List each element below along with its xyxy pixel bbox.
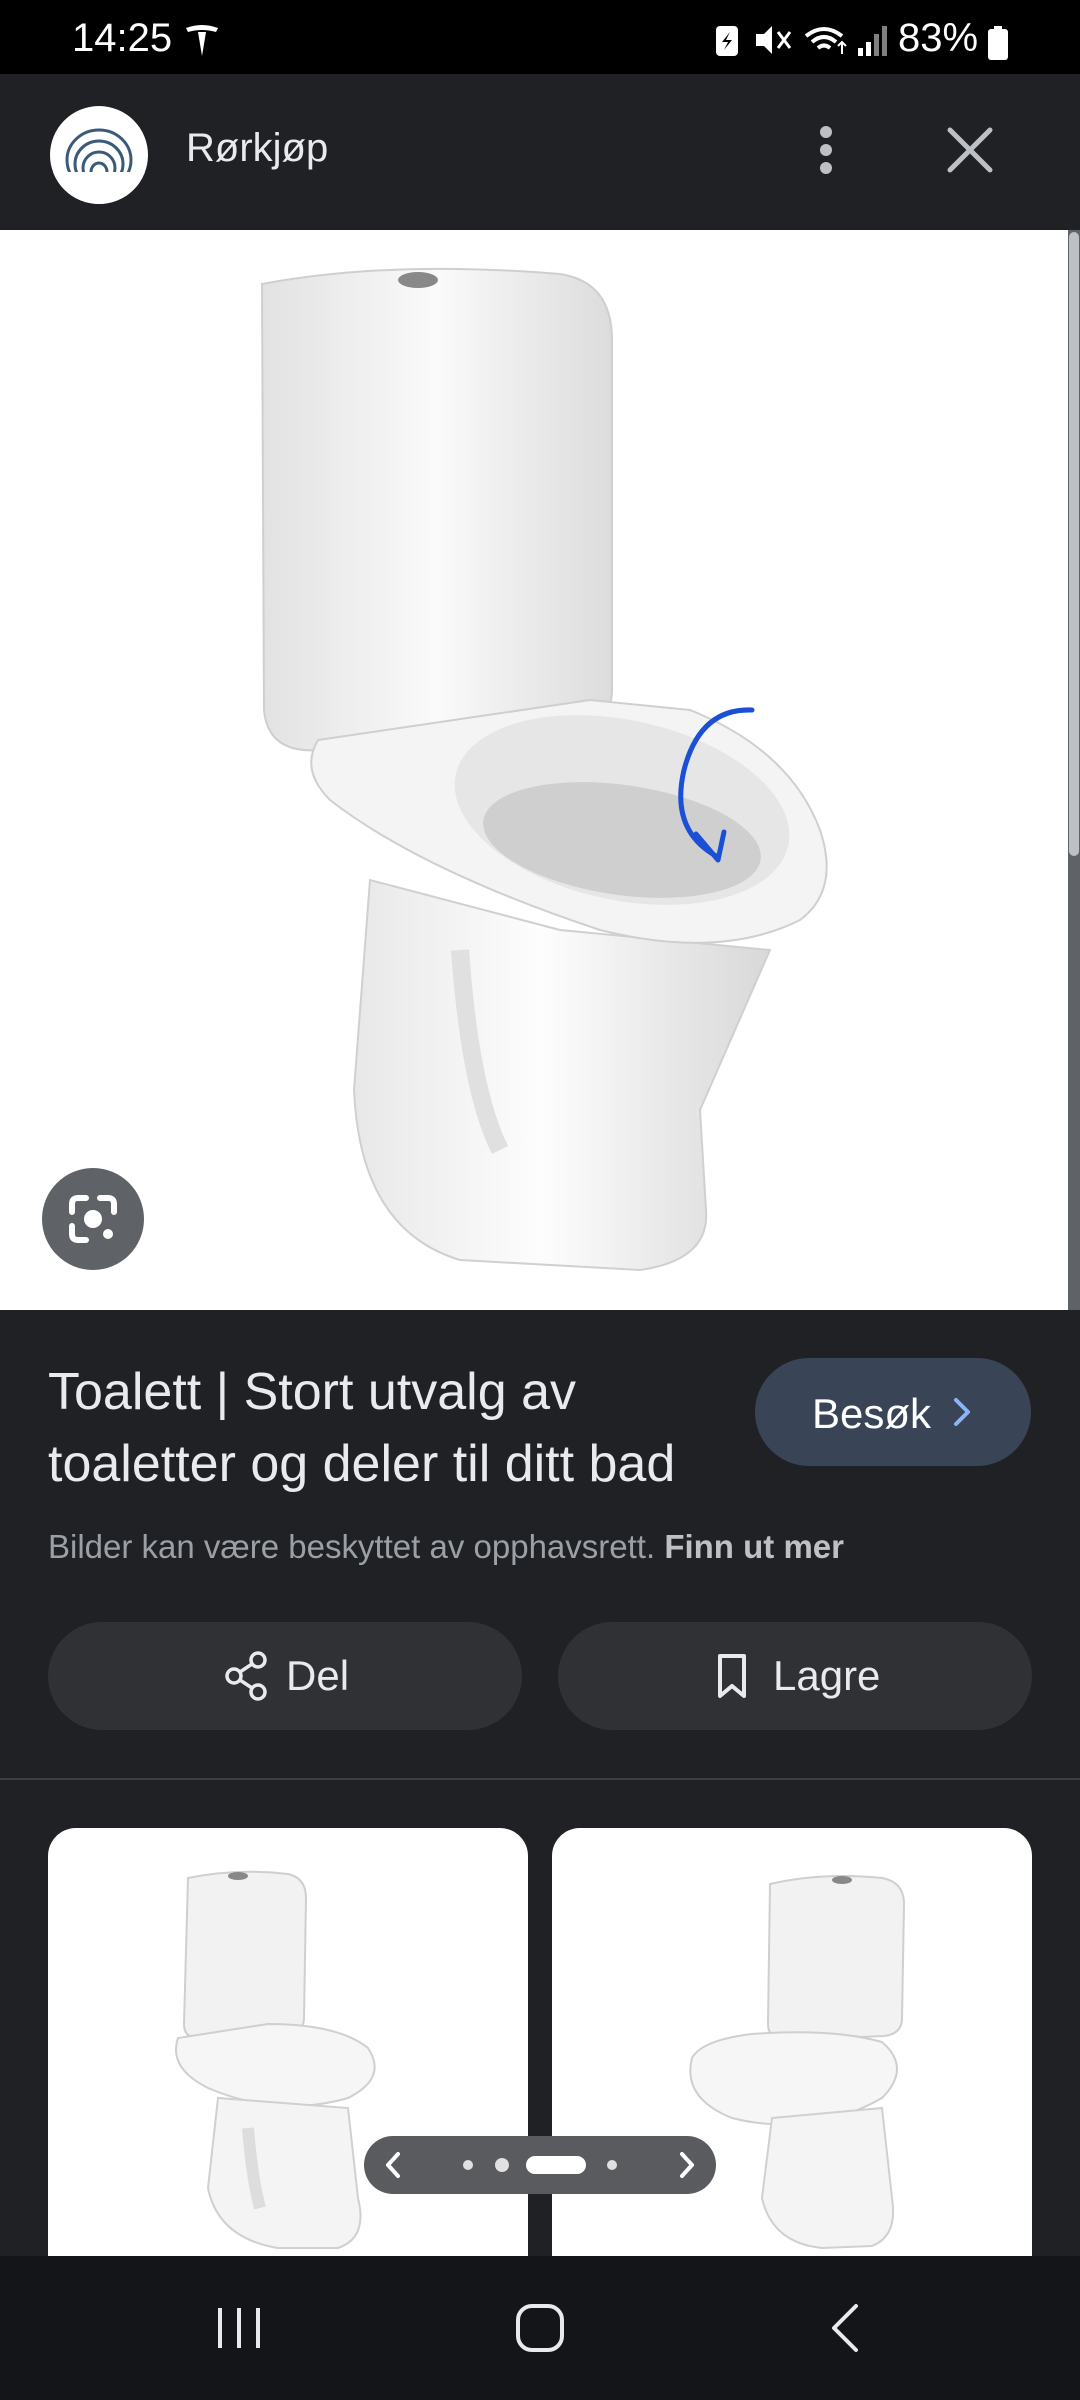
carousel-dot	[495, 2158, 509, 2172]
chevron-left-icon	[386, 2152, 400, 2178]
divider	[0, 1778, 1080, 1780]
bookmark-icon	[718, 1654, 746, 1698]
mute-icon	[756, 26, 792, 54]
battery-saver-icon	[716, 26, 738, 56]
image-viewer[interactable]	[0, 230, 1068, 1310]
share-button[interactable]	[48, 1622, 522, 1730]
site-logo[interactable]	[50, 106, 148, 204]
status-icons	[716, 26, 887, 56]
result-title[interactable]: Toalett | Stort utvalg av toaletter og d…	[48, 1356, 728, 1500]
carousel-control[interactable]	[364, 2136, 716, 2194]
app-header	[0, 74, 1080, 230]
lens-icon	[69, 1195, 117, 1243]
carousel-dot-active	[526, 2156, 586, 2174]
carousel-controls-graphic	[386, 2152, 694, 2178]
home-icon[interactable]	[514, 2302, 566, 2354]
more-vert-icon[interactable]	[794, 118, 858, 182]
learn-more-link[interactable]: Finn ut mer	[664, 1528, 844, 1565]
tesla-icon	[186, 25, 218, 56]
battery-icon	[988, 26, 1008, 60]
site-logo-icon	[50, 128, 148, 204]
site-name[interactable]: Rørkjøp	[186, 126, 328, 171]
scroll-thumb[interactable]	[1069, 232, 1079, 856]
status-time: 14:25	[72, 16, 173, 60]
visit-label[interactable]: Besøk	[812, 1390, 931, 1438]
carousel-dot	[607, 2160, 617, 2170]
toilet-image	[260, 267, 828, 1272]
signal-icon	[858, 26, 887, 56]
battery-percent: 83%	[898, 16, 979, 60]
chevron-right-icon	[680, 2152, 694, 2178]
google-lens-button[interactable]	[42, 1168, 144, 1270]
chevron-right-icon	[954, 1398, 970, 1426]
copyright-notice: Bilder kan være beskyttet av opphavsrett…	[48, 1528, 844, 1566]
share-label[interactable]: Del	[286, 1652, 349, 1700]
carousel-dot	[463, 2160, 473, 2170]
share-icon	[225, 1651, 267, 1701]
back-icon[interactable]	[826, 2302, 862, 2354]
recents-icon[interactable]	[214, 2306, 264, 2350]
save-label[interactable]: Lagre	[773, 1652, 880, 1700]
copyright-text: Bilder kan være beskyttet av opphavsrett…	[48, 1528, 656, 1565]
close-icon[interactable]	[938, 118, 1002, 182]
wifi-icon	[804, 27, 847, 54]
